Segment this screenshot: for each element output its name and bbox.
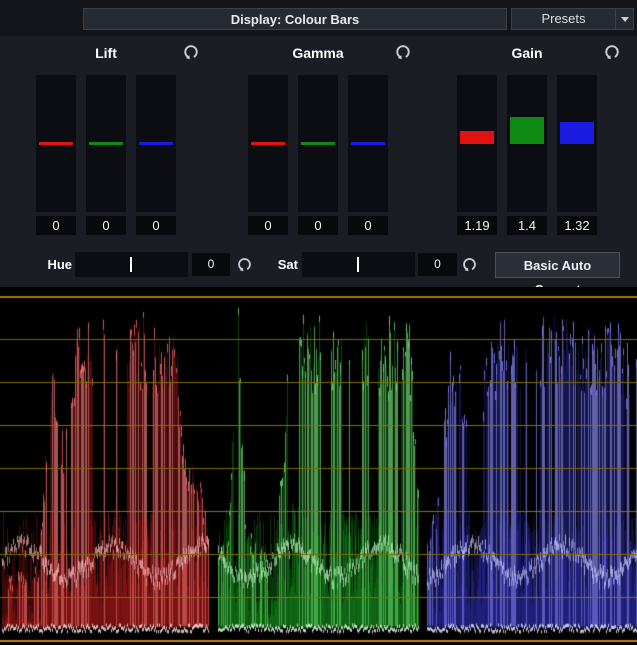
lift-green-slider[interactable] xyxy=(86,75,126,212)
hue-slider-handle[interactable] xyxy=(130,257,132,272)
lift-blue-handle[interactable] xyxy=(139,142,173,145)
rgb-parade-waveform xyxy=(0,287,637,645)
gain-green-slider[interactable] xyxy=(507,75,547,212)
gamma-red-slider[interactable] xyxy=(248,75,288,212)
gamma-green-value[interactable]: 0 xyxy=(298,216,338,235)
hue-reset-icon[interactable] xyxy=(236,256,253,273)
presets-label: Presets xyxy=(512,9,615,29)
gamma-blue-value[interactable]: 0 xyxy=(348,216,388,235)
gain-red-value[interactable]: 1.19 xyxy=(457,216,497,235)
gain-blue-slider[interactable] xyxy=(557,75,597,212)
gain-red-handle[interactable] xyxy=(460,131,494,144)
gain-reset-icon[interactable] xyxy=(603,43,621,61)
chevron-down-icon[interactable] xyxy=(615,9,633,29)
hue-label: Hue xyxy=(28,252,72,277)
gamma-red-value[interactable]: 0 xyxy=(248,216,288,235)
gain-title: Gain xyxy=(457,45,597,61)
sat-slider[interactable] xyxy=(302,252,415,277)
sat-slider-handle[interactable] xyxy=(357,257,359,272)
gain-blue-handle[interactable] xyxy=(560,122,594,144)
gamma-green-slider[interactable] xyxy=(298,75,338,212)
gamma-title: Gamma xyxy=(248,45,388,61)
gamma-group: Gamma 0 0 0 xyxy=(212,36,424,246)
sat-label: Sat xyxy=(256,252,298,277)
gain-group: Gain 1.19 1.4 1.32 xyxy=(421,36,633,246)
presets-dropdown-button[interactable]: Presets xyxy=(511,8,634,30)
lift-reset-icon[interactable] xyxy=(182,43,200,61)
gain-green-handle[interactable] xyxy=(510,117,544,144)
gamma-reset-icon[interactable] xyxy=(394,43,412,61)
gamma-red-handle[interactable] xyxy=(251,142,285,145)
basic-auto-correct-button[interactable]: Basic Auto Correct xyxy=(495,252,620,278)
hue-value[interactable]: 0 xyxy=(192,253,230,276)
sat-value[interactable]: 0 xyxy=(418,253,457,276)
gamma-green-handle[interactable] xyxy=(301,142,335,145)
lift-blue-value[interactable]: 0 xyxy=(136,216,176,235)
lift-group: Lift 0 0 0 xyxy=(0,36,212,246)
display-selector-button[interactable]: Display: Colour Bars xyxy=(83,8,507,30)
lift-green-handle[interactable] xyxy=(89,142,123,145)
lift-red-value[interactable]: 0 xyxy=(36,216,76,235)
colour-correct-panel: Display: Colour Bars Presets Lift 0 0 0 … xyxy=(0,0,637,645)
gain-red-slider[interactable] xyxy=(457,75,497,212)
gamma-blue-handle[interactable] xyxy=(351,142,385,145)
lift-green-value[interactable]: 0 xyxy=(86,216,126,235)
gamma-blue-slider[interactable] xyxy=(348,75,388,212)
lift-red-handle[interactable] xyxy=(39,142,73,145)
sat-reset-icon[interactable] xyxy=(461,256,478,273)
lift-title: Lift xyxy=(36,45,176,61)
hue-slider[interactable] xyxy=(75,252,188,277)
lift-red-slider[interactable] xyxy=(36,75,76,212)
gain-green-value[interactable]: 1.4 xyxy=(507,216,547,235)
top-bar: Display: Colour Bars Presets xyxy=(0,0,637,36)
lift-blue-slider[interactable] xyxy=(136,75,176,212)
gain-blue-value[interactable]: 1.32 xyxy=(557,216,597,235)
